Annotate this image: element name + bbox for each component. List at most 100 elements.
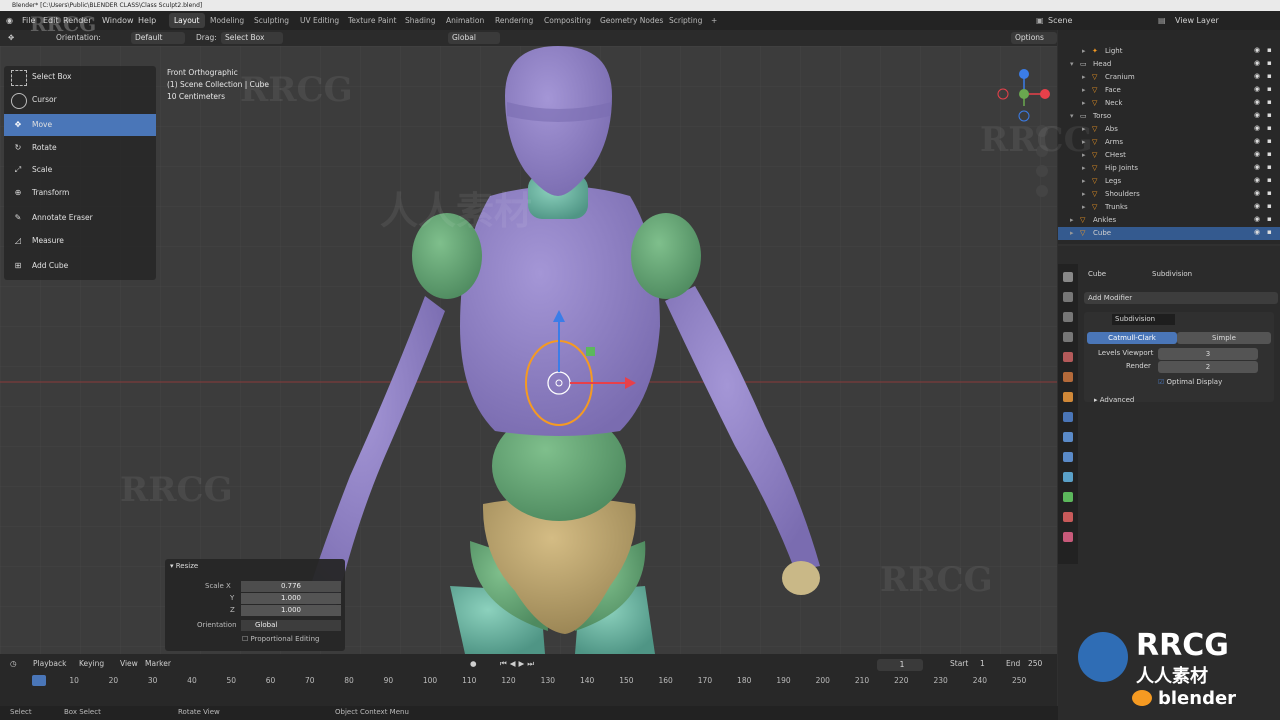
tab-animation[interactable]: Animation [441,13,489,28]
menu-window[interactable]: Window [102,11,134,30]
tab-texture-paint[interactable]: Texture Paint [343,13,401,28]
expand-arrow-icon[interactable]: ▸ [1082,177,1086,185]
3d-viewport[interactable] [0,46,1057,654]
tool-tab-icon[interactable] [1063,272,1073,282]
render-camera-icon[interactable]: ▪ [1267,111,1272,119]
tab-geometry-nodes[interactable]: Geometry Nodes [595,13,668,28]
right-shoulder[interactable] [631,213,701,299]
render-camera-icon[interactable]: ▪ [1267,189,1272,197]
render-camera-icon[interactable]: ▪ [1267,202,1272,210]
chest[interactable] [460,186,660,436]
tab-rendering[interactable]: Rendering [490,13,538,28]
scene-tab-icon[interactable] [1063,352,1073,362]
options-dropdown[interactable]: Options [1011,32,1057,44]
visibility-eye-icon[interactable]: ◉ [1254,228,1260,236]
scale-z-field[interactable]: 1.000 [241,605,341,616]
expand-arrow-icon[interactable]: ▸ [1082,125,1086,133]
tool-add-cube[interactable]: ⊞ Add Cube [4,255,156,277]
view-layer-tab-icon[interactable] [1063,332,1073,342]
expand-arrow-icon[interactable]: ▸ [1082,203,1086,211]
menu-edit[interactable]: Edit [43,11,59,30]
drag-dropdown[interactable]: Select Box [221,32,283,44]
world-tab-icon[interactable] [1063,372,1073,382]
render-tab-icon[interactable] [1063,292,1073,302]
scene-selector[interactable]: Scene [1048,11,1072,30]
outliner-item[interactable]: ▸ ▽ CHest ◉ ▪ [1058,149,1280,162]
visibility-eye-icon[interactable]: ◉ [1254,137,1260,145]
tool-rotate[interactable]: ↻ Rotate [4,137,156,159]
outliner-item[interactable]: ▸ ▽ Cube ◉ ▪ [1058,227,1280,240]
modifier-name-field[interactable]: Subdivision [1112,314,1175,325]
scale-x-field[interactable]: 0.776 [241,581,341,592]
tab-uv-editing[interactable]: UV Editing [295,13,344,28]
visibility-eye-icon[interactable]: ◉ [1254,46,1260,54]
expand-arrow-icon[interactable]: ▸ [1082,138,1086,146]
outliner-item[interactable]: ▸ ▽ Trunks ◉ ▪ [1058,201,1280,214]
render-camera-icon[interactable]: ▪ [1267,228,1272,236]
simple-button[interactable]: Simple [1177,332,1271,344]
viewport-canvas[interactable] [0,46,1057,654]
tool-select-box[interactable]: Select Box [4,66,156,88]
visibility-eye-icon[interactable]: ◉ [1254,150,1260,158]
outliner-item[interactable]: ▸ ▽ Face ◉ ▪ [1058,84,1280,97]
add-modifier-dropdown[interactable]: Add Modifier [1084,292,1278,304]
visibility-eye-icon[interactable]: ◉ [1254,124,1260,132]
visibility-eye-icon[interactable]: ◉ [1254,72,1260,80]
tool-move[interactable]: ✥ Move [4,114,156,136]
output-tab-icon[interactable] [1063,312,1073,322]
expand-arrow-icon[interactable]: ▸ [1082,47,1086,55]
transform-orientation-dropdown[interactable]: Global [448,32,500,44]
constraints-tab-icon[interactable] [1063,472,1073,482]
tool-annotate-eraser[interactable]: ✎ Annotate Eraser [4,207,156,229]
editor-type-icon[interactable]: ✥ [8,30,14,46]
outliner-item[interactable]: ▸ ▽ Shoulders ◉ ▪ [1058,188,1280,201]
nav-x-icon[interactable] [1040,89,1050,99]
tab-shading[interactable]: Shading [400,13,440,28]
visibility-eye-icon[interactable]: ◉ [1254,85,1260,93]
levels-viewport-field[interactable]: 3 [1158,348,1258,360]
expand-arrow-icon[interactable]: ▸ [1082,99,1086,107]
outliner-item[interactable]: ▸ ▽ Ankles ◉ ▪ [1058,214,1280,227]
playhead[interactable] [32,675,46,686]
texture-tab-icon[interactable] [1063,532,1073,542]
expand-arrow-icon[interactable]: ▸ [1082,151,1086,159]
outliner-item[interactable]: ▸ ▽ Neck ◉ ▪ [1058,97,1280,110]
proportional-editing-checkbox[interactable]: ☐ Proportional Editing [242,635,319,643]
right-hand[interactable] [782,561,820,595]
scale-y-field[interactable]: 1.000 [241,593,341,604]
expand-arrow-icon[interactable]: ▾ [1070,112,1074,120]
render-levels-field[interactable]: 2 [1158,361,1258,373]
pan-hand-icon[interactable] [1036,145,1048,157]
expand-arrow-icon[interactable]: ▾ [1070,60,1074,68]
left-shoulder[interactable] [412,213,482,299]
outliner-item[interactable]: ▸ ✦ Light ◉ ▪ [1058,45,1280,58]
resize-panel-title[interactable]: ▾ Resize [170,562,198,570]
tab-sculpting[interactable]: Sculpting [249,13,294,28]
tab-layout[interactable]: Layout [169,13,205,28]
outliner-item[interactable]: ▸ ▽ Cranium ◉ ▪ [1058,71,1280,84]
menu-file[interactable]: File [22,11,35,30]
outliner-item[interactable]: ▾ ▭ Torso ◉ ▪ [1058,110,1280,123]
optimal-display-checkbox[interactable]: ☑ Optimal Display [1158,378,1222,386]
expand-arrow-icon[interactable]: ▸ [1082,73,1086,81]
ortho-toggle-icon[interactable] [1036,185,1048,197]
physics-tab-icon[interactable] [1063,452,1073,462]
tool-transform[interactable]: ⊕ Transform [4,182,156,204]
nav-y-icon[interactable] [1019,89,1029,99]
outliner-item[interactable]: ▸ ▽ Hip Joints ◉ ▪ [1058,162,1280,175]
zoom-icon[interactable] [1036,125,1048,137]
modifier-tab-icon[interactable] [1063,412,1073,422]
tab-scripting[interactable]: Scripting [664,13,707,28]
nav-z-icon[interactable] [1019,69,1029,79]
outliner-item[interactable]: ▾ ▭ Head ◉ ▪ [1058,58,1280,71]
visibility-eye-icon[interactable]: ◉ [1254,59,1260,67]
render-camera-icon[interactable]: ▪ [1267,150,1272,158]
tab-compositing[interactable]: Compositing [539,13,596,28]
material-tab-icon[interactable] [1063,512,1073,522]
object-tab-icon[interactable] [1063,392,1073,402]
visibility-eye-icon[interactable]: ◉ [1254,202,1260,210]
render-camera-icon[interactable]: ▪ [1267,98,1272,106]
tool-scale[interactable]: ⤢ Scale [4,159,156,181]
expand-arrow-icon[interactable]: ▸ [1070,229,1074,237]
data-tab-icon[interactable] [1063,492,1073,502]
